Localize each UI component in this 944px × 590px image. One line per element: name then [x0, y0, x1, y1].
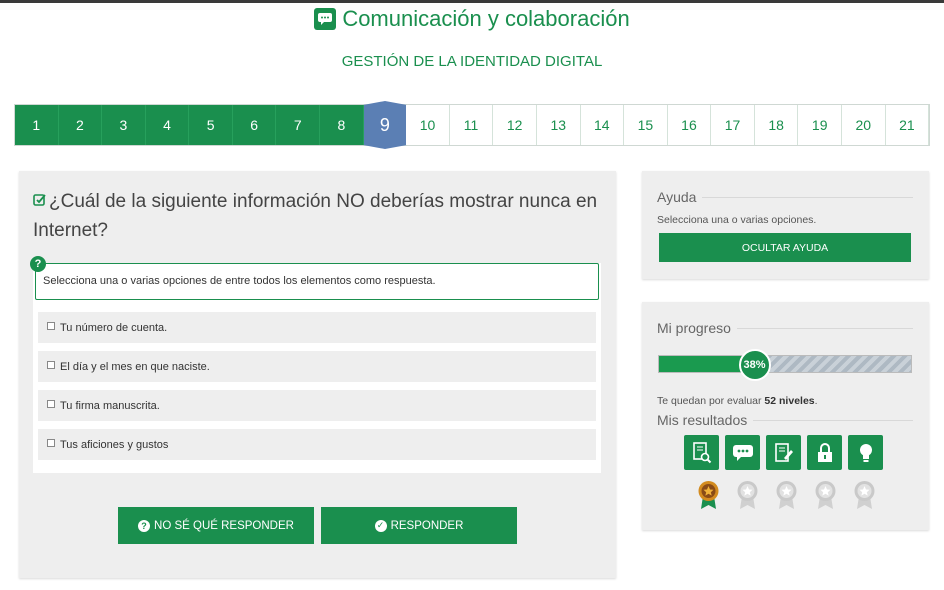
step-11[interactable]: 11	[449, 105, 494, 145]
medal-locked-icon	[736, 480, 759, 510]
option-account-number[interactable]: Tu número de cuenta.	[38, 312, 596, 343]
progress-title: Mi progreso	[657, 320, 913, 336]
document-search-icon[interactable]	[684, 435, 719, 470]
title-row: Comunicación y colaboración	[314, 6, 630, 32]
step-12[interactable]: 12	[493, 105, 537, 145]
step-4[interactable]: 4	[145, 105, 190, 145]
step-6[interactable]: 6	[232, 105, 277, 145]
answers-box: ? Selecciona una o varias opciones de en…	[30, 256, 601, 473]
remaining-text: Te quedan por evaluar 52 niveles.	[657, 395, 818, 407]
step-17[interactable]: 17	[711, 105, 755, 145]
page-title: Comunicación y colaboración	[342, 6, 630, 31]
question: ¿Cuál de la siguiente información NO deb…	[33, 187, 608, 245]
step-navigator: 1 2 3 4 5 6 7 8 9 10 11 12 13 14 15 16 17 18 19 20 21	[14, 104, 930, 146]
step-18[interactable]: 18	[754, 105, 799, 145]
step-15[interactable]: 15	[624, 105, 668, 145]
chat-bubble-icon[interactable]	[725, 435, 760, 470]
results-icons	[684, 435, 883, 470]
top-bar	[0, 0, 944, 3]
option-checkbox[interactable]	[47, 439, 55, 447]
step-1[interactable]: 1	[15, 105, 59, 145]
help-text: Selecciona una o varias opciones.	[657, 214, 817, 226]
page-subtitle: GESTIÓN DE LA IDENTIDAD DIGITAL	[341, 53, 603, 70]
option-label: Tu número de cuenta.	[60, 321, 168, 334]
option-birthday[interactable]: El día y el mes en que naciste.	[38, 351, 596, 382]
hint-text: Selecciona una o varias opciones de entr…	[43, 275, 436, 287]
progress-percent: 38%	[738, 349, 771, 381]
progress-bar	[658, 355, 912, 373]
question-circle-icon: ?	[138, 519, 151, 532]
medal-locked-icon	[775, 480, 798, 510]
medal-earned-icon	[697, 480, 720, 510]
chat-bubble-icon	[314, 8, 337, 30]
step-20[interactable]: 20	[841, 105, 886, 145]
dont-know-button[interactable]: ? NO SÉ QUÉ RESPONDER	[118, 507, 314, 544]
option-label: Tu firma manuscrita.	[60, 399, 160, 412]
checkbox-edit-icon	[33, 194, 46, 206]
check-circle-icon: ✓	[374, 519, 387, 532]
step-7[interactable]: 7	[276, 105, 321, 145]
question-panel: ¿Cuál de la siguiente información NO deb…	[19, 171, 616, 578]
progress-panel: Mi progreso 38% Te quedan por evaluar 52…	[642, 302, 929, 530]
step-2[interactable]: 2	[58, 105, 103, 145]
step-9[interactable]: 9	[363, 105, 407, 145]
option-checkbox[interactable]	[47, 400, 55, 408]
option-signature[interactable]: Tu firma manuscrita.	[38, 390, 596, 421]
medal-locked-icon	[814, 480, 837, 510]
step-16[interactable]: 16	[667, 105, 712, 145]
step-21[interactable]: 21	[885, 105, 930, 145]
step-3[interactable]: 3	[102, 105, 146, 145]
edit-document-icon[interactable]	[766, 435, 801, 470]
step-10[interactable]: 10	[406, 105, 450, 145]
option-hobbies[interactable]: Tus aficiones y gustos	[38, 429, 596, 460]
medal-locked-icon	[853, 480, 876, 510]
answer-button[interactable]: ✓ RESPONDER	[321, 507, 517, 544]
lightbulb-icon[interactable]	[848, 435, 883, 470]
hint-box: ? Selecciona una o varias opciones de en…	[30, 256, 599, 300]
dont-know-label: NO SÉ QUÉ RESPONDER	[154, 519, 294, 532]
lock-icon[interactable]	[807, 435, 842, 470]
medals	[697, 480, 876, 510]
option-checkbox[interactable]	[47, 361, 55, 369]
step-19[interactable]: 19	[798, 105, 842, 145]
answer-label: RESPONDER	[390, 519, 464, 532]
help-title: Ayuda	[657, 189, 913, 205]
header: Comunicación y colaboración	[0, 6, 944, 32]
step-8[interactable]: 8	[320, 105, 364, 145]
step-13[interactable]: 13	[536, 105, 581, 145]
question-mark-icon: ?	[30, 256, 46, 272]
step-5[interactable]: 5	[189, 105, 233, 145]
hide-help-button[interactable]: OCULTAR AYUDA	[659, 233, 911, 262]
help-panel: Ayuda Selecciona una o varias opciones. …	[642, 171, 929, 279]
results-title: Mis resultados	[657, 412, 913, 428]
question-text: ¿Cuál de la siguiente información NO deb…	[33, 191, 598, 241]
remaining-value: 52 niveles	[764, 395, 815, 407]
step-14[interactable]: 14	[580, 105, 625, 145]
option-label: Tus aficiones y gustos	[60, 438, 169, 451]
option-checkbox[interactable]	[47, 322, 55, 330]
option-label: El día y el mes en que naciste.	[60, 360, 210, 373]
